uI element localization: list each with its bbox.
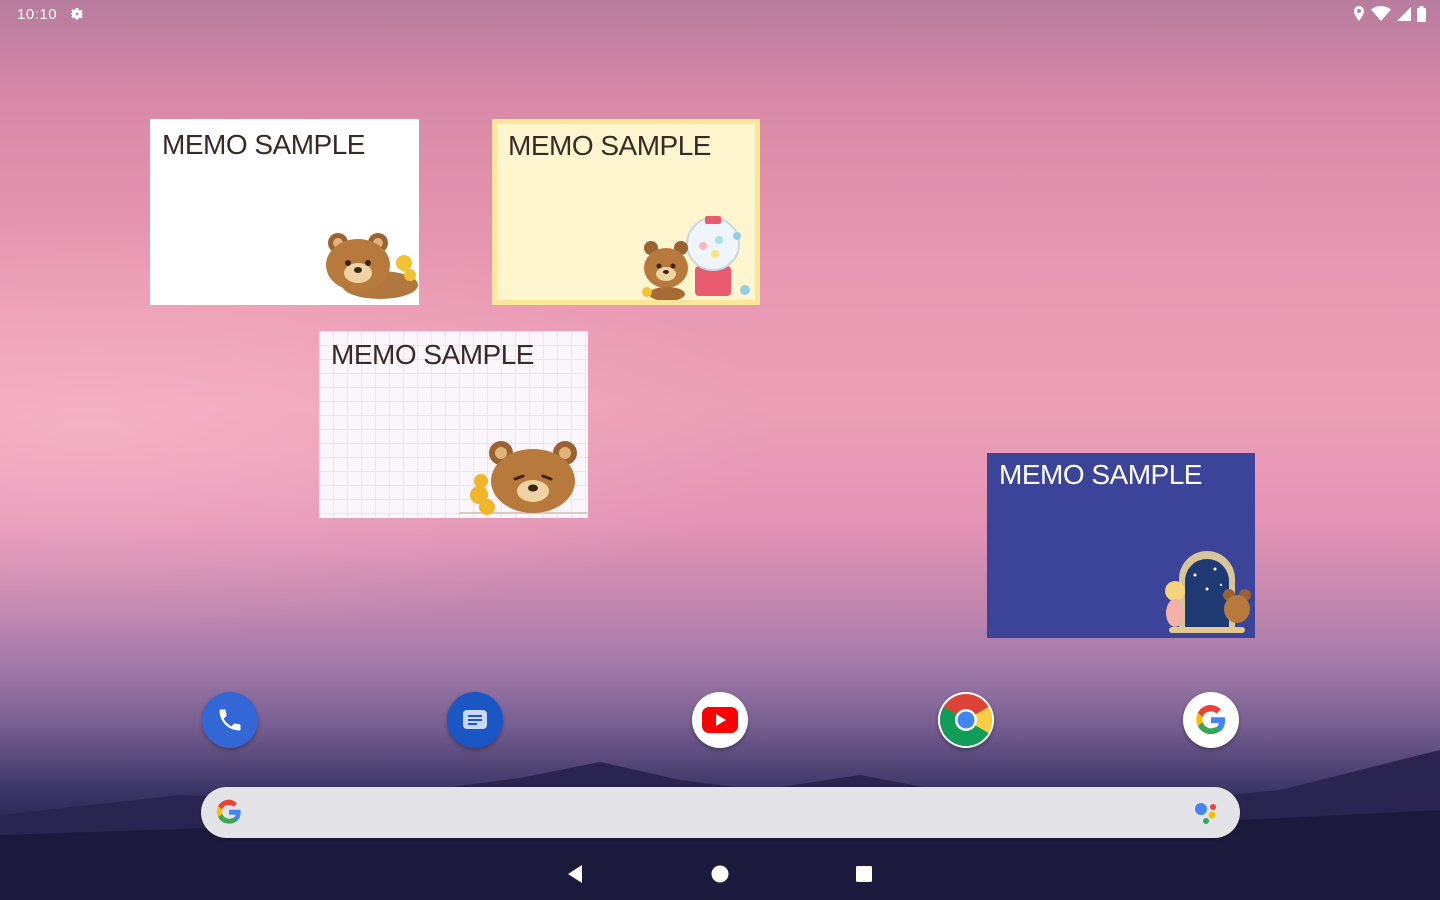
memo-title: MEMO SAMPLE bbox=[331, 339, 534, 370]
status-bar: 10:10 bbox=[0, 0, 1440, 30]
youtube-app-button[interactable] bbox=[692, 692, 748, 748]
bear-peeking-icon bbox=[459, 441, 587, 515]
google-icon bbox=[1196, 705, 1226, 735]
phone-app-button[interactable] bbox=[202, 692, 258, 748]
google-g-icon bbox=[216, 799, 241, 824]
battery-icon bbox=[1417, 6, 1426, 22]
wifi-icon bbox=[1371, 6, 1391, 21]
google-search-bar[interactable] bbox=[201, 787, 1240, 838]
bear-lying-icon bbox=[326, 233, 418, 299]
memo-widget-white[interactable]: MEMO SAMPLE bbox=[150, 119, 419, 305]
home-icon bbox=[711, 865, 729, 883]
home-button[interactable] bbox=[702, 856, 738, 892]
status-time: 10:10 bbox=[17, 6, 58, 23]
back-button[interactable] bbox=[557, 856, 593, 892]
recents-button[interactable] bbox=[846, 856, 882, 892]
recents-icon bbox=[856, 866, 872, 882]
memo-widget-navy[interactable]: MEMO SAMPLE bbox=[987, 453, 1255, 638]
bear-window-icon bbox=[1165, 551, 1251, 633]
google-app-button[interactable] bbox=[1183, 692, 1239, 748]
youtube-icon bbox=[702, 707, 738, 733]
memo-title: MEMO SAMPLE bbox=[162, 129, 365, 160]
settings-gear-icon bbox=[70, 8, 84, 20]
bear-candy-jar-icon bbox=[642, 216, 750, 300]
messages-app-button[interactable] bbox=[447, 692, 503, 748]
chrome-icon bbox=[940, 694, 992, 746]
status-icons bbox=[1353, 6, 1426, 22]
memo-title: MEMO SAMPLE bbox=[999, 459, 1202, 490]
app-dock bbox=[0, 692, 1440, 750]
navigation-bar bbox=[0, 856, 1440, 892]
assistant-icon[interactable] bbox=[1194, 800, 1220, 826]
chrome-app-button[interactable] bbox=[938, 692, 994, 748]
location-icon bbox=[1354, 6, 1364, 21]
messages-icon bbox=[463, 710, 487, 729]
memo-widget-yellow[interactable]: MEMO SAMPLE bbox=[492, 119, 760, 305]
phone-icon bbox=[219, 709, 241, 731]
back-icon bbox=[568, 865, 582, 883]
memo-title: MEMO SAMPLE bbox=[508, 130, 711, 161]
memo-widget-grid[interactable]: MEMO SAMPLE bbox=[319, 331, 588, 518]
signal-icon bbox=[1397, 7, 1411, 21]
